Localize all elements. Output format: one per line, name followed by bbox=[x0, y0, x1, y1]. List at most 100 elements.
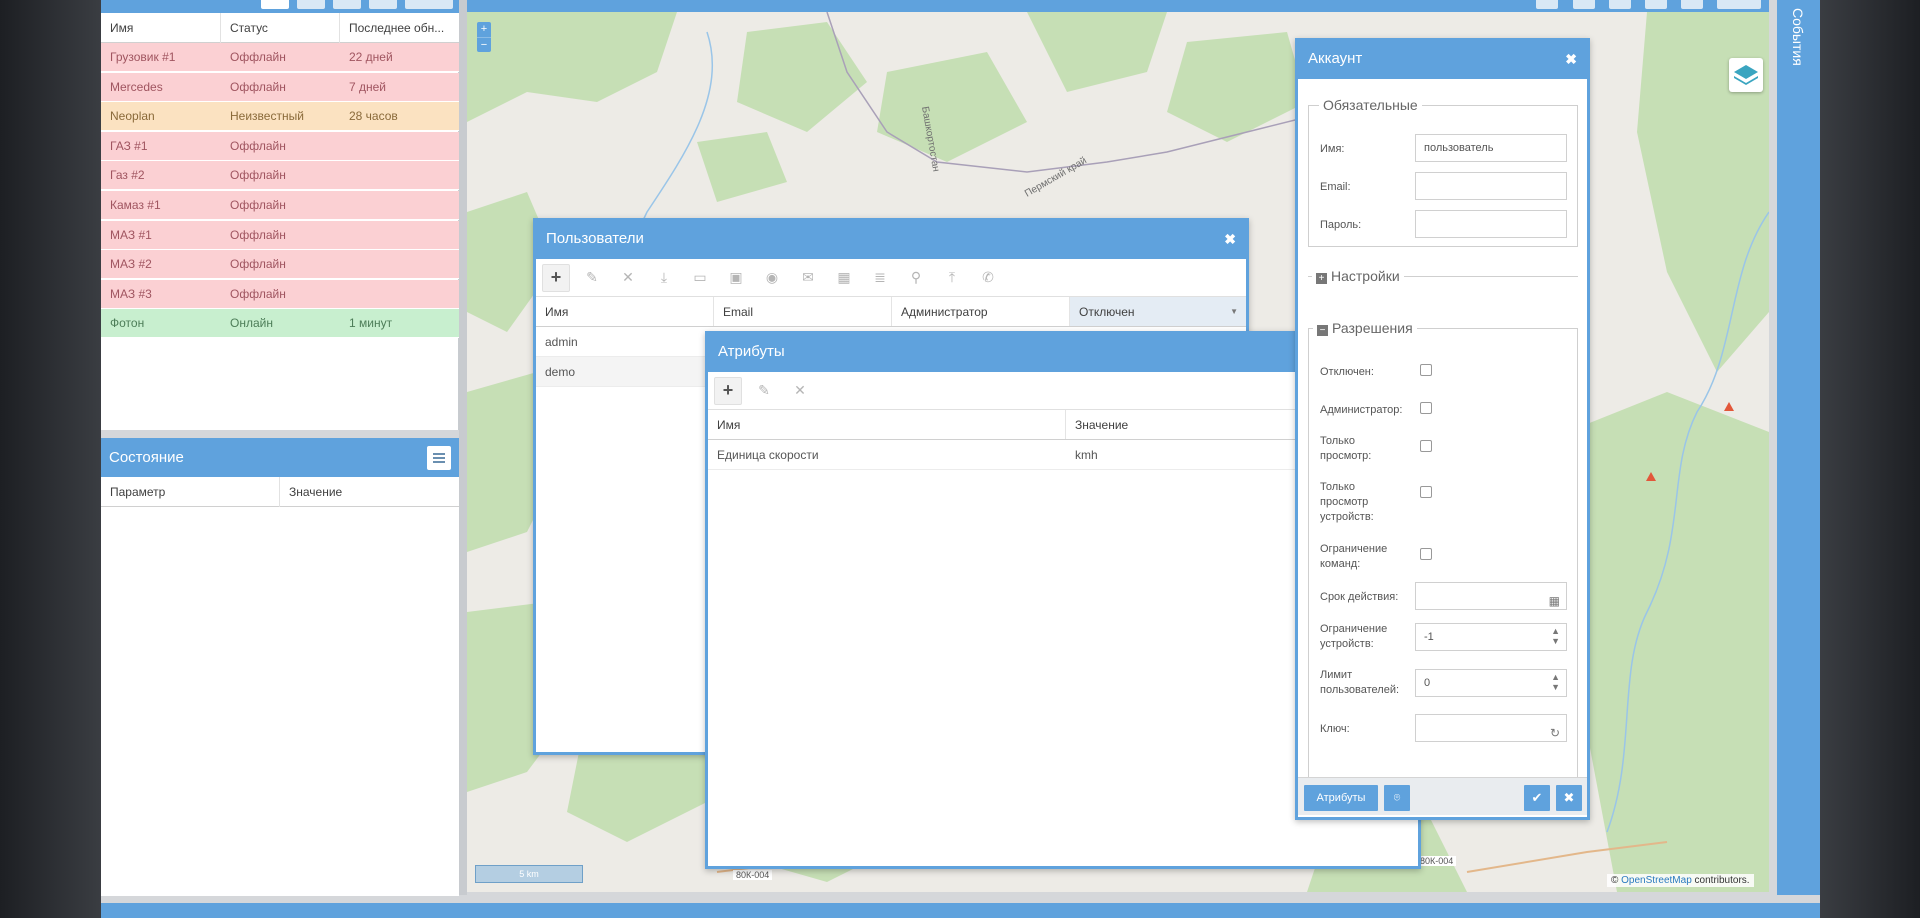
add-user-button[interactable]: + bbox=[542, 263, 570, 292]
col-last-update[interactable]: Последнее обн... bbox=[340, 13, 459, 43]
map-tool-5[interactable] bbox=[1681, 0, 1703, 9]
state-list-button[interactable] bbox=[427, 446, 451, 470]
openstreetmap-link[interactable]: OpenStreetMap bbox=[1621, 875, 1692, 886]
device-status-cell: Оффлайн bbox=[230, 138, 286, 153]
admin-checkbox[interactable] bbox=[1420, 402, 1432, 414]
table-row[interactable]: Камаз #1 Оффлайн bbox=[101, 191, 459, 220]
events-sidebar[interactable] bbox=[1777, 0, 1820, 895]
users-close-icon[interactable]: ✖ bbox=[1224, 221, 1236, 257]
limit-commands-checkbox[interactable] bbox=[1420, 548, 1432, 560]
device-status-cell: Оффлайн bbox=[230, 79, 286, 94]
layers-button[interactable] bbox=[1729, 58, 1763, 92]
token-field[interactable]: ↻ bbox=[1415, 714, 1567, 742]
col-status[interactable]: Статус bbox=[221, 13, 340, 43]
map-marker-1[interactable] bbox=[1724, 402, 1734, 411]
add-attribute-button[interactable]: + bbox=[714, 376, 742, 405]
table-row[interactable]: МАЗ #1 Оффлайн bbox=[101, 220, 459, 250]
device-status-cell: Неизвестный bbox=[230, 109, 304, 124]
state-title: Состояние bbox=[101, 438, 459, 477]
drivers-icon[interactable]: ⚲ bbox=[902, 264, 930, 292]
table-row[interactable]: Neoplan Неизвестный 28 часов bbox=[101, 102, 459, 132]
settings-section[interactable]: + Настройки bbox=[1308, 267, 1578, 285]
users-col-disabled[interactable]: Отключен ▼ bbox=[1070, 297, 1246, 326]
attributes-icon[interactable]: ≣ bbox=[866, 264, 894, 292]
map-tool-6[interactable] bbox=[1717, 0, 1761, 9]
devices-tool-2[interactable] bbox=[333, 0, 361, 9]
device-limit-label-1: Ограничение bbox=[1320, 623, 1388, 635]
disabled-checkbox[interactable] bbox=[1420, 364, 1432, 376]
cancel-button[interactable]: ✖ bbox=[1556, 785, 1582, 811]
map-marker-icon[interactable]: ⌾ bbox=[1384, 785, 1410, 811]
chevron-down-icon[interactable]: ▼ bbox=[1230, 297, 1238, 327]
refresh-icon[interactable]: ↻ bbox=[1550, 720, 1560, 746]
device-last-cell bbox=[340, 250, 459, 278]
map-tool-3[interactable] bbox=[1609, 0, 1631, 9]
notifications-icon[interactable]: ✉ bbox=[794, 264, 822, 292]
col-value[interactable]: Значение bbox=[280, 477, 459, 507]
attr-col-name[interactable]: Имя bbox=[708, 410, 1066, 439]
col-parameter[interactable]: Параметр bbox=[101, 477, 280, 507]
map-tool-1[interactable] bbox=[1536, 0, 1558, 9]
bottom-panel-header[interactable] bbox=[101, 903, 1820, 918]
password-field[interactable] bbox=[1415, 210, 1567, 238]
download-icon[interactable]: ⤓ bbox=[650, 264, 678, 292]
table-row[interactable]: МАЗ #3 Оффлайн bbox=[101, 279, 459, 309]
edit-attribute-button[interactable]: ✎ bbox=[750, 377, 778, 405]
device-readonly-checkbox[interactable] bbox=[1420, 486, 1432, 498]
devices-tool-1[interactable] bbox=[297, 0, 325, 9]
expiry-field[interactable]: ▦ bbox=[1415, 582, 1567, 610]
table-row[interactable]: Газ #2 Оффлайн bbox=[101, 161, 459, 191]
table-row[interactable]: Mercedes Оффлайн 7 дней bbox=[101, 72, 459, 102]
email-field[interactable] bbox=[1415, 172, 1567, 200]
device-status-cell: Оффлайн bbox=[230, 168, 286, 183]
name-field[interactable]: пользователь bbox=[1415, 134, 1567, 162]
users-col-name[interactable]: Имя bbox=[536, 297, 714, 326]
spinner-icon[interactable]: ▲ ▼ bbox=[1551, 626, 1560, 646]
device-last-cell: 22 дней bbox=[349, 50, 393, 64]
user-name-cell: admin bbox=[545, 335, 578, 349]
calendar-icon[interactable]: ▦ bbox=[1549, 588, 1560, 614]
table-row[interactable]: ГАЗ #1 Оффлайн bbox=[101, 131, 459, 161]
table-row[interactable]: Фотон Онлайн 1 минут bbox=[101, 309, 459, 339]
map-tool-4[interactable] bbox=[1645, 0, 1667, 9]
spinner-icon[interactable]: ▲ ▼ bbox=[1551, 672, 1560, 692]
devices-tool-3[interactable] bbox=[369, 0, 397, 9]
delete-user-button[interactable]: ✕ bbox=[614, 264, 642, 292]
groups-icon[interactable]: ◉ bbox=[758, 264, 786, 292]
zoom-in-button[interactable]: + bbox=[477, 22, 491, 37]
readonly-checkbox[interactable] bbox=[1420, 440, 1432, 452]
users-window-header[interactable]: Пользователи ✖ bbox=[536, 221, 1246, 259]
attributes-button[interactable]: Атрибуты bbox=[1304, 785, 1378, 811]
splitter-left[interactable] bbox=[459, 0, 467, 895]
users-col-email[interactable]: Email bbox=[714, 297, 892, 326]
devices-tool-4[interactable] bbox=[405, 0, 453, 9]
account-close-icon[interactable]: ✖ bbox=[1565, 41, 1577, 77]
settings-legend[interactable]: + Настройки bbox=[1312, 267, 1404, 285]
map-tool-2[interactable] bbox=[1573, 0, 1595, 9]
events-label[interactable]: События bbox=[1780, 8, 1816, 78]
upload-icon[interactable]: ⤒ bbox=[938, 264, 966, 292]
permissions-legend[interactable]: − Разрешения bbox=[1313, 319, 1417, 337]
wrench-icon[interactable]: ✆ bbox=[974, 264, 1002, 292]
account-window-header[interactable]: Аккаунт ✖ bbox=[1298, 41, 1587, 79]
table-row[interactable]: МАЗ #2 Оффлайн bbox=[101, 250, 459, 280]
user-limit-field[interactable]: 0 ▲ ▼ bbox=[1415, 669, 1567, 697]
zoom-out-button[interactable]: − bbox=[477, 37, 491, 52]
col-name[interactable]: Имя bbox=[101, 13, 221, 43]
calendar-icon[interactable]: ▦ bbox=[830, 264, 858, 292]
delete-attribute-button[interactable]: ✕ bbox=[786, 377, 814, 405]
users-col-admin[interactable]: Администратор bbox=[892, 297, 1070, 326]
device-limit-field[interactable]: -1 ▲ ▼ bbox=[1415, 623, 1567, 651]
device-limit-label-2: устройств: bbox=[1320, 638, 1374, 650]
device-name-cell: МАЗ #2 bbox=[110, 257, 152, 272]
account-window: Аккаунт ✖ Обязательные Имя: пользователь… bbox=[1295, 38, 1590, 820]
settings-legend-text: Настройки bbox=[1331, 268, 1400, 284]
devices-filter[interactable] bbox=[261, 0, 289, 9]
devices-icon[interactable]: ▭ bbox=[686, 264, 714, 292]
save-button[interactable]: ✔ bbox=[1524, 785, 1550, 811]
geofences-icon[interactable]: ▣ bbox=[722, 264, 750, 292]
map-header bbox=[467, 0, 1769, 12]
table-row[interactable]: Грузовик #1 Оффлайн 22 дней bbox=[101, 43, 459, 72]
edit-user-button[interactable]: ✎ bbox=[578, 264, 606, 292]
device-limit-value: -1 bbox=[1424, 631, 1434, 643]
